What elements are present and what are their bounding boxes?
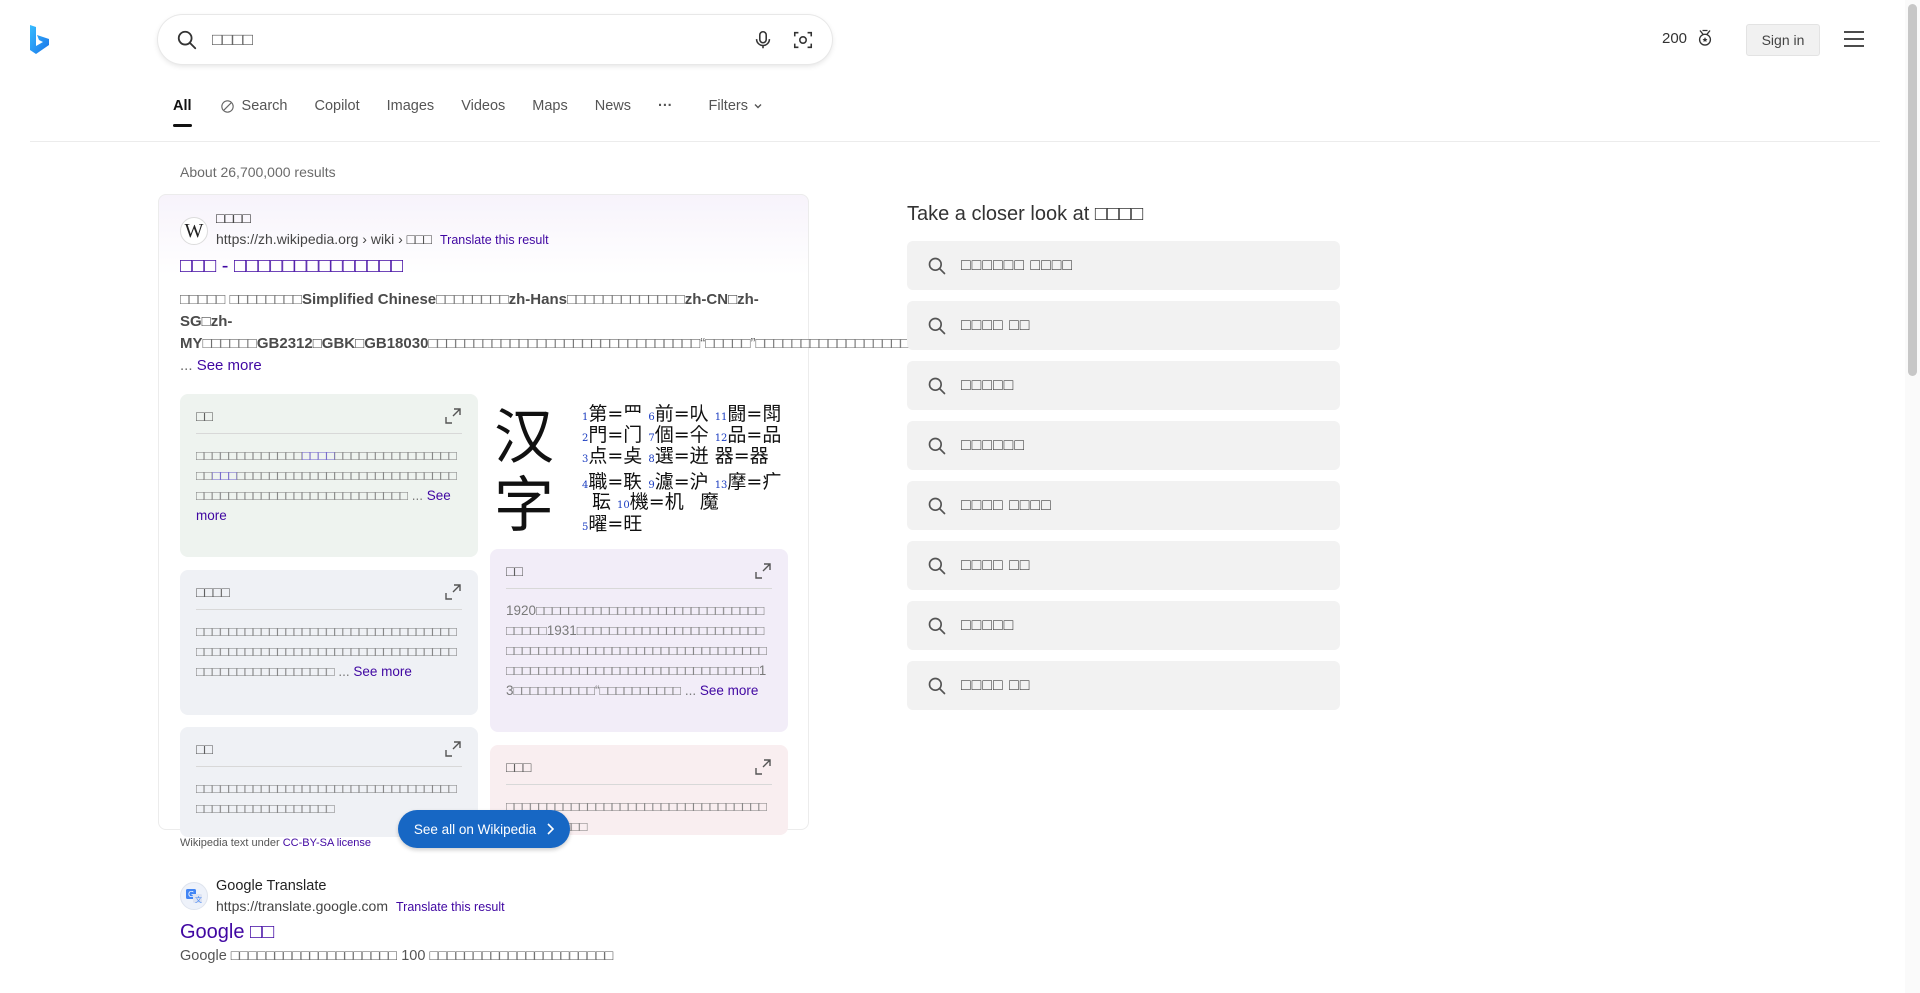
related-search-item[interactable]: □□□□□□ □□□□ bbox=[907, 241, 1340, 290]
search-icon bbox=[928, 497, 946, 514]
see-all-wikipedia-button[interactable]: See all on Wikipedia bbox=[398, 810, 570, 848]
search-icon bbox=[177, 30, 197, 49]
scrollbar-thumb[interactable] bbox=[1908, 4, 1917, 376]
tab-copilot[interactable]: Copilot bbox=[314, 93, 359, 119]
search-icon bbox=[928, 437, 946, 454]
wiki-url-text: https://zh.wikipedia.org › wiki › □□□ bbox=[216, 231, 432, 247]
hanzi-image-graphic: 汉 字 1第=⺫ 6前=㕥 11闘=閗 2門=门 7個=仐 12品=品 3点=奌… bbox=[494, 403, 781, 541]
wiki-see-more-link[interactable]: See more bbox=[197, 357, 262, 374]
google-translate-favicon-icon: G文 bbox=[180, 882, 208, 910]
hamburger-menu-icon[interactable] bbox=[1843, 30, 1865, 48]
gt-snippet: Google □□□□□□□□□□□□□□□□□□□ 100 □□□□□□□□□… bbox=[180, 948, 614, 964]
grid-row-4: 4職=聅 9濾=沪 13摩=疒 bbox=[582, 471, 781, 493]
related-search-item[interactable]: □□□□ □□ bbox=[907, 301, 1340, 350]
big-char-1: 汉 bbox=[494, 403, 554, 473]
expand-icon[interactable] bbox=[444, 583, 462, 601]
expand-icon[interactable] bbox=[444, 740, 462, 758]
panel-heading: □□ bbox=[196, 740, 213, 757]
chevron-right-icon bbox=[547, 823, 555, 835]
wiki-url[interactable]: https://zh.wikipedia.org › wiki › □□□ Tra… bbox=[216, 231, 549, 247]
visual-search-icon[interactable] bbox=[792, 29, 814, 51]
tab-all[interactable]: All bbox=[173, 93, 192, 127]
gt-url-text: https://translate.google.com bbox=[216, 898, 388, 914]
wikipedia-favicon-icon: W bbox=[180, 217, 208, 245]
wiki-snippet: □□□□□ □□□□□□□□Simplified Chinese□□□□□□□□… bbox=[180, 291, 928, 374]
related-search-item[interactable]: □□□□ □□ bbox=[907, 661, 1340, 710]
tab-search-label: Search bbox=[241, 98, 288, 114]
search-input[interactable] bbox=[212, 29, 740, 50]
grid-row-5: 耺 10機=机 魔 bbox=[592, 491, 719, 513]
wiki-panel-1[interactable]: □□ □□□□□□□□□□□□□□□□□□□□□□□□□□□□□□□□□□□□□… bbox=[180, 394, 478, 557]
expand-icon[interactable] bbox=[754, 758, 772, 776]
related-search-item[interactable]: □□□□□ bbox=[907, 601, 1340, 650]
gt-site-name: Google Translate bbox=[216, 878, 327, 894]
tab-images[interactable]: Images bbox=[387, 93, 435, 119]
grid-row-3: 3点=奌 8選=迸 器=器 bbox=[582, 445, 769, 467]
see-all-label: See all on Wikipedia bbox=[413, 821, 537, 837]
grid-row-1: 1第=⺫ 6前=㕥 11闘=閗 bbox=[582, 403, 781, 425]
gt-translate-link[interactable]: Translate this result bbox=[396, 900, 505, 914]
rewards-medal-icon bbox=[1698, 29, 1712, 46]
filters-label: Filters bbox=[708, 98, 748, 114]
copilot-search-icon bbox=[220, 99, 234, 113]
search-icon bbox=[928, 557, 946, 574]
tab-videos[interactable]: Videos bbox=[461, 93, 505, 119]
expand-icon[interactable] bbox=[444, 407, 462, 425]
tab-news[interactable]: News bbox=[595, 93, 631, 119]
bing-logo-icon[interactable] bbox=[28, 24, 52, 56]
search-icon bbox=[928, 377, 946, 394]
svg-text:文: 文 bbox=[195, 895, 202, 904]
big-char-2: 字 bbox=[494, 471, 554, 534]
related-search-item[interactable]: □□□□□ bbox=[907, 361, 1340, 410]
search-icon bbox=[928, 677, 946, 694]
grid-row-6: 5曜=旺 bbox=[582, 513, 642, 534]
related-searches-title: Take a closer look at □□□□ bbox=[907, 203, 1144, 225]
panel-heading: □□ bbox=[196, 407, 213, 424]
filters-dropdown[interactable]: Filters bbox=[709, 93, 764, 119]
wiki-site-name: □□□□ bbox=[216, 211, 252, 227]
tab-search[interactable]: Search bbox=[219, 93, 288, 119]
wiki-panel-4[interactable]: □□ 1920□□□□□□□□□□□□□□□□□□□□□□□□□□□□□□□□□… bbox=[490, 549, 788, 732]
related-search-item[interactable]: □□□□ □□□□ bbox=[907, 481, 1340, 530]
panel-see-more-link[interactable]: See more bbox=[700, 683, 759, 698]
rewards-counter[interactable]: 200 bbox=[1662, 28, 1715, 48]
tab-more[interactable]: ··· bbox=[658, 93, 673, 119]
wiki-translate-link[interactable]: Translate this result bbox=[440, 233, 549, 247]
hanzi-comparison-image[interactable]: 汉 字 1第=⺫ 6前=㕥 11闘=閗 2門=门 7個=仐 12品=品 3点=奌… bbox=[490, 396, 788, 541]
rewards-points: 200 bbox=[1662, 29, 1688, 47]
panel-heading: □□ bbox=[506, 562, 523, 579]
microphone-icon[interactable] bbox=[752, 29, 774, 51]
sign-in-button[interactable]: Sign in bbox=[1746, 24, 1820, 56]
search-icon bbox=[928, 617, 946, 634]
tabs-divider bbox=[30, 141, 1880, 142]
gt-url[interactable]: https://translate.google.com Translate th… bbox=[216, 898, 505, 914]
tab-maps[interactable]: Maps bbox=[532, 93, 567, 119]
chevron-down-icon bbox=[754, 104, 762, 109]
wiki-license: Wikipedia text under CC-BY-SA license bbox=[180, 837, 371, 849]
panel-heading: □□□□ bbox=[196, 583, 230, 600]
license-link[interactable]: CC-BY-SA license bbox=[283, 837, 371, 849]
wiki-result-title[interactable]: □□□ - □□□□□□□□□□□□□□ bbox=[180, 255, 403, 278]
search-icon bbox=[928, 317, 946, 334]
search-tabs: All Search Copilot Images Videos Maps Ne… bbox=[173, 93, 791, 127]
related-search-item[interactable]: □□□□□□ bbox=[907, 421, 1340, 470]
search-icon bbox=[928, 257, 946, 274]
gt-result-title[interactable]: Google □□ bbox=[180, 921, 274, 944]
results-count: About 26,700,000 results bbox=[180, 164, 336, 180]
expand-icon[interactable] bbox=[754, 562, 772, 580]
grid-row-2: 2門=门 7個=仐 12品=品 bbox=[582, 424, 781, 446]
search-box[interactable] bbox=[158, 15, 832, 64]
panel-see-more-link[interactable]: See more bbox=[353, 664, 412, 679]
related-search-item[interactable]: □□□□ □□ bbox=[907, 541, 1340, 590]
panel-heading: □□□ bbox=[506, 758, 532, 775]
wiki-panel-2[interactable]: □□□□ □□□□□□□□□□□□□□□□□□□□□□□□□□□□□□□□□□□… bbox=[180, 570, 478, 715]
